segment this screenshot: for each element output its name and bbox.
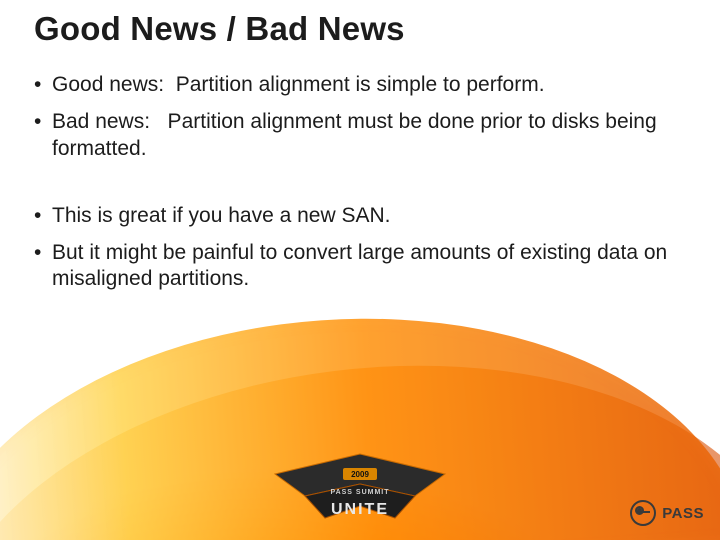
bullet-text: Good news: Partition alignment is simple… xyxy=(52,72,690,99)
slide: Good News / Bad News • Good news: Partit… xyxy=(0,0,720,540)
footer-brand-text: PASS xyxy=(662,505,704,522)
bullet-item: • But it might be painful to convert lar… xyxy=(34,240,690,294)
badge-icon: 2009 PASS SUMMIT UNITE xyxy=(265,446,455,536)
bullet-group-2: • This is great if you have a new SAN. •… xyxy=(34,203,690,294)
badge-line1: PASS SUMMIT xyxy=(330,489,389,496)
pass-logo-icon xyxy=(630,500,656,526)
bullet-item: • Good news: Partition alignment is simp… xyxy=(34,72,690,99)
bullet-dot-icon: • xyxy=(34,109,52,163)
bullet-dot-icon: • xyxy=(34,240,52,294)
slide-body: • Good news: Partition alignment is simp… xyxy=(34,72,690,333)
bullet-dot-icon: • xyxy=(34,203,52,230)
bullet-item: • This is great if you have a new SAN. xyxy=(34,203,690,230)
bullet-text: Bad news: Partition alignment must be do… xyxy=(52,109,690,163)
bullet-text: But it might be painful to convert large… xyxy=(52,240,690,294)
footer-brand: PASS xyxy=(630,500,704,526)
bullet-group-1: • Good news: Partition alignment is simp… xyxy=(34,72,690,163)
bullet-item: • Bad news: Partition alignment must be … xyxy=(34,109,690,163)
badge-line2: UNITE xyxy=(331,501,389,518)
event-badge: 2009 PASS SUMMIT UNITE xyxy=(265,446,455,536)
badge-year: 2009 xyxy=(351,470,369,479)
bullet-text: This is great if you have a new SAN. xyxy=(52,203,690,230)
bullet-dot-icon: • xyxy=(34,72,52,99)
slide-title: Good News / Bad News xyxy=(34,10,405,48)
